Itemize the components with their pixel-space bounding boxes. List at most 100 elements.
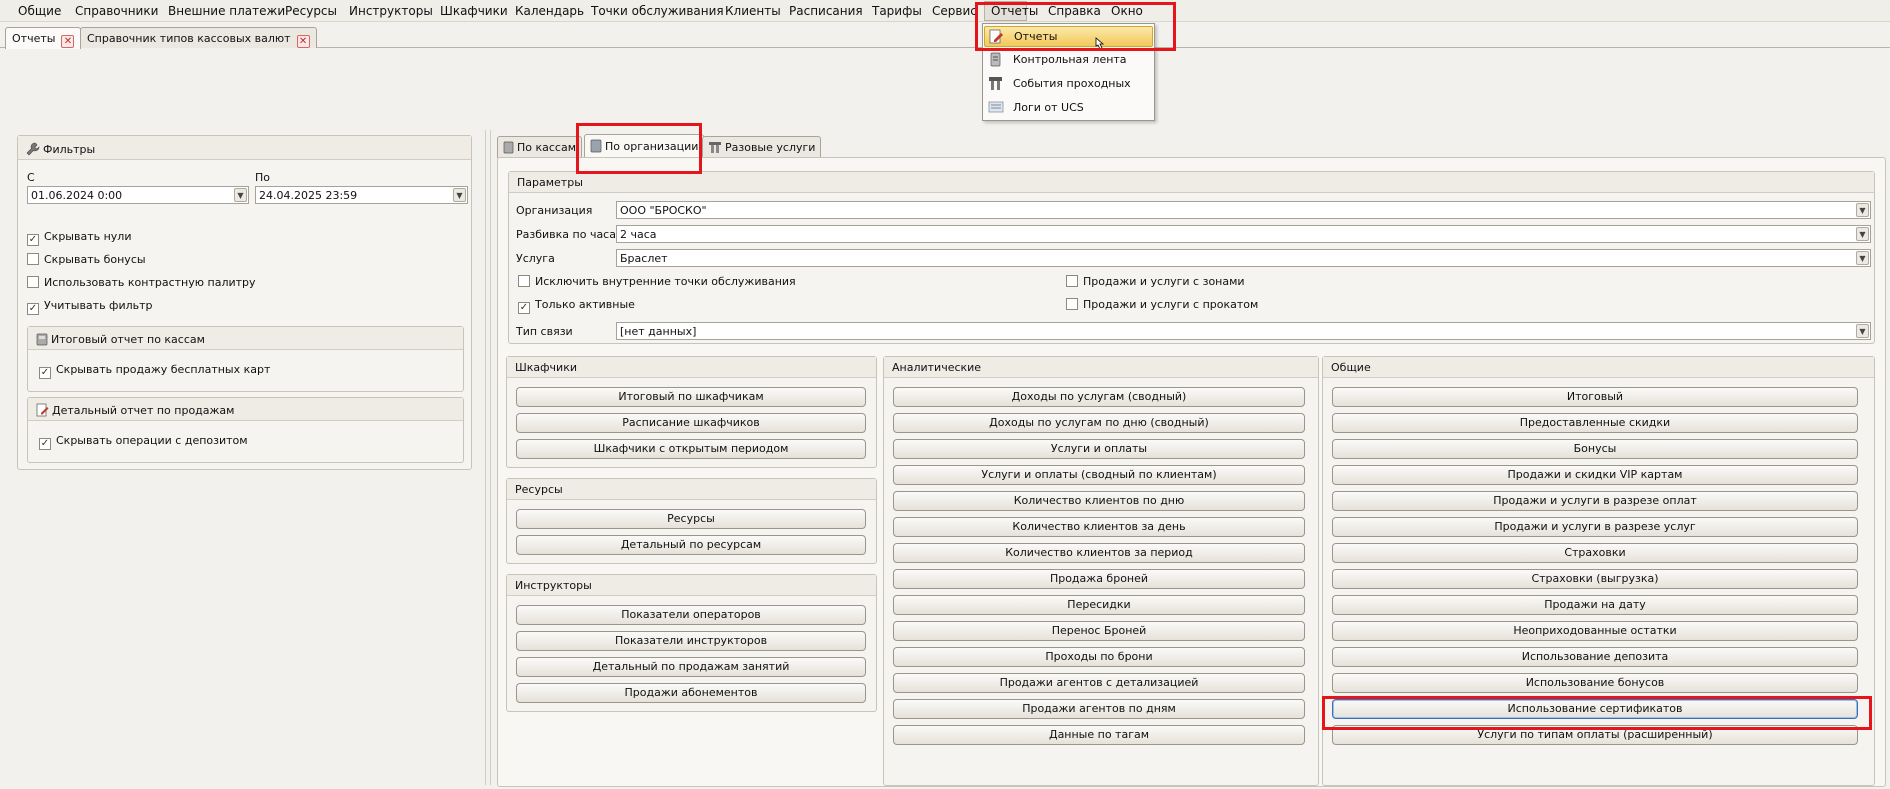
chevron-down-icon[interactable]: ▼ bbox=[453, 188, 466, 202]
report-button[interactable]: Услуги и оплаты (сводный по клиентам) bbox=[893, 465, 1305, 485]
report-button[interactable]: Использование бонусов bbox=[1332, 673, 1858, 693]
menu-item-reports[interactable]: Отчеты bbox=[984, 26, 1153, 50]
exclude-internal-checkbox[interactable]: Исключить внутренние точки обслуживания bbox=[518, 275, 796, 288]
menu-instructors[interactable]: Инструкторы bbox=[349, 3, 433, 19]
report-button[interactable]: Услуги и оплаты bbox=[893, 439, 1305, 459]
checkbox-box[interactable]: ✓ bbox=[39, 367, 51, 379]
report-button[interactable]: Бонусы bbox=[1332, 439, 1858, 459]
report-button[interactable]: Детальный по ресурсам bbox=[516, 535, 866, 555]
menu-external-payments[interactable]: Внешние платежи bbox=[168, 3, 285, 19]
hide-zeros-checkbox[interactable]: ✓ Скрывать нули bbox=[27, 230, 131, 246]
close-icon[interactable]: ✕ bbox=[296, 35, 310, 48]
report-button[interactable]: Количество клиентов за день bbox=[893, 517, 1305, 537]
menu-reports[interactable]: Отчеты bbox=[984, 1, 1038, 21]
date-to-field[interactable]: 24.04.2025 23:59 ▼ bbox=[255, 186, 468, 204]
report-button[interactable]: Продажи агентов по дням bbox=[893, 699, 1305, 719]
chevron-down-icon[interactable]: ▼ bbox=[1856, 251, 1869, 265]
report-button[interactable]: Продажи и скидки VIP картам bbox=[1332, 465, 1858, 485]
report-button[interactable]: Показатели инструкторов bbox=[516, 631, 866, 651]
report-button[interactable]: Продажа броней bbox=[893, 569, 1305, 589]
hide-bonuses-checkbox[interactable]: Скрывать бонусы bbox=[27, 253, 146, 266]
report-button[interactable]: Продажи на дату bbox=[1332, 595, 1858, 615]
chevron-down-icon[interactable]: ▼ bbox=[234, 188, 247, 202]
menu-help[interactable]: Справка bbox=[1048, 3, 1101, 19]
checkbox-box[interactable] bbox=[27, 276, 39, 288]
checkbox-box[interactable]: ✓ bbox=[27, 234, 39, 246]
report-button[interactable]: Количество клиентов за период bbox=[893, 543, 1305, 563]
checkbox-box[interactable]: ✓ bbox=[27, 303, 39, 315]
link-type-select[interactable]: [нет данных] ▼ bbox=[616, 322, 1871, 340]
menu-service[interactable]: Сервис bbox=[932, 3, 977, 19]
checkbox-box[interactable] bbox=[1066, 298, 1078, 310]
tab-label: По организации bbox=[605, 140, 699, 153]
hide-deposit-ops-checkbox[interactable]: ✓ Скрывать операции с депозитом bbox=[39, 434, 248, 450]
doc-tab-reports[interactable]: Отчеты ✕ bbox=[5, 27, 82, 49]
report-button[interactable]: Продажи агентов с детализацией bbox=[893, 673, 1305, 693]
report-button[interactable]: Продажи и услуги в разрезе оплат bbox=[1332, 491, 1858, 511]
only-active-checkbox[interactable]: ✓ Только активные bbox=[518, 298, 635, 314]
report-button[interactable]: Страховки bbox=[1332, 543, 1858, 563]
report-button[interactable]: Детальный по продажам занятий bbox=[516, 657, 866, 677]
service-select[interactable]: Браслет ▼ bbox=[616, 249, 1871, 267]
checkbox-box[interactable] bbox=[27, 253, 39, 265]
report-button[interactable]: Данные по тагам bbox=[893, 725, 1305, 745]
close-icon[interactable]: ✕ bbox=[61, 35, 75, 48]
tab-by-cash-registers[interactable]: По кассам bbox=[497, 136, 583, 158]
checkbox-box[interactable]: ✓ bbox=[39, 438, 51, 450]
with-rental-checkbox[interactable]: Продажи и услуги с прокатом bbox=[1066, 298, 1258, 311]
use-filter-checkbox[interactable]: ✓ Учитывать фильтр bbox=[27, 299, 153, 315]
menu-lockers[interactable]: Шкафчики bbox=[440, 3, 508, 19]
report-button[interactable]: Пересидки bbox=[893, 595, 1305, 615]
report-button[interactable]: Шкафчики с открытым периодом bbox=[516, 439, 866, 459]
resources-title: Ресурсы bbox=[515, 483, 563, 496]
menu-service-points[interactable]: Точки обслуживания bbox=[591, 3, 724, 19]
menu-references[interactable]: Справочники bbox=[75, 3, 158, 19]
menu-resources[interactable]: Ресурсы bbox=[285, 3, 337, 19]
doc-tab-currency-types[interactable]: Справочник типов кассовых валют ✕ bbox=[80, 27, 317, 48]
certificates-usage-button[interactable]: Использование сертификатов bbox=[1332, 699, 1858, 719]
menu-tariffs[interactable]: Тарифы bbox=[872, 3, 922, 19]
report-button[interactable]: Продажи и услуги в разрезе услуг bbox=[1332, 517, 1858, 537]
report-button[interactable]: Перенос Броней bbox=[893, 621, 1305, 641]
checkbox-box[interactable] bbox=[518, 275, 530, 287]
tab-one-time-services[interactable]: Разовые услуги bbox=[702, 136, 822, 158]
hours-breakdown-select[interactable]: 2 часа ▼ bbox=[616, 225, 1871, 243]
menu-item-ucs-logs[interactable]: Логи от UCS bbox=[984, 98, 1153, 119]
contrast-palette-checkbox[interactable]: Использовать контрастную палитру bbox=[27, 276, 256, 289]
report-button[interactable]: Расписание шкафчиков bbox=[516, 413, 866, 433]
turnstile-icon bbox=[988, 76, 1003, 94]
report-button[interactable]: Итоговый по шкафчикам bbox=[516, 387, 866, 407]
tab-by-organization[interactable]: По организации bbox=[584, 134, 705, 158]
menu-clients[interactable]: Клиенты bbox=[725, 3, 781, 19]
report-button[interactable]: Продажи абонементов bbox=[516, 683, 866, 703]
checkbox-box[interactable] bbox=[1066, 275, 1078, 287]
hours-breakdown-value: 2 часа bbox=[620, 228, 657, 241]
menu-item-control-tape[interactable]: Контрольная лента bbox=[984, 50, 1153, 71]
report-button[interactable]: Доходы по услугам по дню (сводный) bbox=[893, 413, 1305, 433]
report-button[interactable]: Ресурсы bbox=[516, 509, 866, 529]
date-from-field[interactable]: 01.06.2024 0:00 ▼ bbox=[27, 186, 249, 204]
report-button[interactable]: Итоговый bbox=[1332, 387, 1858, 407]
chevron-down-icon[interactable]: ▼ bbox=[1856, 203, 1869, 217]
with-zones-checkbox[interactable]: Продажи и услуги с зонами bbox=[1066, 275, 1245, 288]
chevron-down-icon[interactable]: ▼ bbox=[1856, 324, 1869, 338]
report-button[interactable]: Услуги по типам оплаты (расширенный) bbox=[1332, 725, 1858, 745]
report-button[interactable]: Неоприходованные остатки bbox=[1332, 621, 1858, 641]
hide-free-cards-checkbox[interactable]: ✓ Скрывать продажу бесплатных карт bbox=[39, 363, 270, 379]
report-button[interactable]: Количество клиентов по дню bbox=[893, 491, 1305, 511]
menu-schedules[interactable]: Расписания bbox=[789, 3, 863, 19]
splitter-handle[interactable] bbox=[485, 130, 491, 785]
chevron-down-icon[interactable]: ▼ bbox=[1856, 227, 1869, 241]
report-button[interactable]: Страховки (выгрузка) bbox=[1332, 569, 1858, 589]
menu-item-turnstile-events[interactable]: События проходных bbox=[984, 74, 1153, 95]
menu-calendar[interactable]: Календарь bbox=[515, 3, 584, 19]
menu-window[interactable]: Окно bbox=[1111, 3, 1143, 19]
organization-select[interactable]: ООО "БРОСКО" ▼ bbox=[616, 201, 1871, 219]
report-button[interactable]: Доходы по услугам (сводный) bbox=[893, 387, 1305, 407]
report-button[interactable]: Проходы по брони bbox=[893, 647, 1305, 667]
report-button[interactable]: Предоставленные скидки bbox=[1332, 413, 1858, 433]
menu-general[interactable]: Общие bbox=[18, 3, 61, 19]
checkbox-box[interactable]: ✓ bbox=[518, 302, 530, 314]
report-button[interactable]: Показатели операторов bbox=[516, 605, 866, 625]
report-button[interactable]: Использование депозита bbox=[1332, 647, 1858, 667]
